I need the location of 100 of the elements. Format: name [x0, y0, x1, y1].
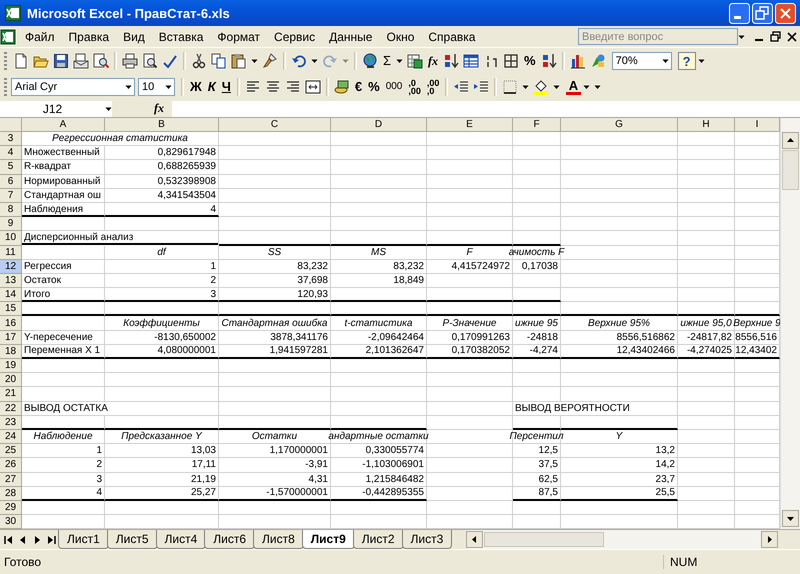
table-cell[interactable]	[678, 288, 735, 302]
table-cell[interactable]	[427, 132, 513, 146]
row-header[interactable]: 14	[0, 288, 22, 302]
table-cell[interactable]: 4	[105, 202, 219, 218]
table-cell[interactable]	[513, 373, 561, 388]
table-cell[interactable]	[678, 217, 735, 232]
table-cell[interactable]	[219, 302, 331, 316]
row-header[interactable]: 11	[0, 246, 22, 260]
menu-item[interactable]: Справка	[421, 28, 482, 46]
table-cell[interactable]	[22, 387, 105, 402]
brush-icon[interactable]	[262, 53, 278, 69]
table-cell[interactable]	[427, 146, 513, 160]
table-cell[interactable]: 13,03	[105, 444, 219, 458]
menu-item[interactable]: Правка	[62, 28, 116, 46]
table-cell[interactable]	[678, 146, 735, 160]
row-header[interactable]: 22	[0, 402, 22, 416]
increase-decimal-button[interactable]: ,0 ,00	[408, 79, 421, 95]
table-cell[interactable]	[427, 302, 513, 316]
table-cell[interactable]	[105, 387, 219, 402]
table-cell[interactable]	[561, 146, 678, 160]
table-cell[interactable]	[561, 260, 678, 274]
table-cell[interactable]	[331, 202, 427, 218]
table-cell[interactable]: ижние 95,0	[678, 316, 735, 331]
column-header[interactable]: C	[219, 118, 331, 132]
table-cell[interactable]	[219, 373, 331, 388]
table-cell[interactable]	[105, 500, 219, 516]
table-cell[interactable]	[561, 132, 678, 146]
row-header[interactable]: 29	[0, 500, 22, 516]
table-cell[interactable]	[219, 202, 331, 218]
table-cell[interactable]: 21,19	[105, 472, 219, 487]
table-cell[interactable]: ижние 95	[513, 316, 561, 331]
table-cell[interactable]	[561, 500, 678, 516]
table-cell[interactable]	[561, 188, 678, 203]
table-cell[interactable]: -8130,650002	[105, 330, 219, 345]
table-cell[interactable]: 3878,341176	[219, 330, 331, 345]
row-header[interactable]: 15	[0, 302, 22, 316]
menu-item[interactable]: Вставка	[152, 28, 210, 46]
row-header[interactable]: 18	[0, 344, 22, 359]
select-all-corner[interactable]	[0, 118, 22, 132]
table-cell[interactable]	[219, 188, 331, 203]
table-cell[interactable]	[427, 458, 513, 472]
table-cell[interactable]	[561, 231, 678, 246]
table-cell[interactable]	[561, 373, 678, 388]
table-cell[interactable]	[219, 500, 331, 516]
table-cell[interactable]: 0,532398908	[105, 174, 219, 189]
menu-item[interactable]: Вид	[116, 28, 152, 46]
zoom-dropdown[interactable]: 70%	[612, 52, 672, 70]
table-cell[interactable]	[561, 160, 678, 175]
table-cell[interactable]: 4	[22, 486, 105, 501]
table-cell[interactable]: 3	[105, 288, 219, 302]
table-cell[interactable]: 14,2	[561, 458, 678, 472]
table-cell[interactable]	[427, 486, 513, 501]
table-cell[interactable]	[105, 302, 219, 316]
table-cell[interactable]	[219, 402, 331, 416]
table-cell[interactable]: 0,170991263	[427, 330, 513, 345]
currency-icon[interactable]	[334, 79, 350, 95]
table-cell[interactable]: Множественный	[22, 146, 105, 160]
table-cell[interactable]	[678, 416, 735, 430]
percent-button[interactable]: %	[521, 53, 539, 69]
table-cell[interactable]	[561, 416, 678, 430]
table-cell[interactable]: 0,829617948	[105, 146, 219, 160]
table-cell[interactable]	[22, 416, 105, 430]
table-cell[interactable]: 1,170000001	[219, 444, 331, 458]
row-header[interactable]: 27	[0, 472, 22, 487]
table-cell[interactable]	[331, 231, 427, 246]
font-dropdown[interactable]: Arial Cyr	[11, 78, 135, 96]
table-cell[interactable]	[331, 302, 427, 316]
sheet-tab[interactable]: Лист8	[253, 530, 304, 549]
column-header[interactable]: H	[678, 118, 735, 132]
table-cell[interactable]: ВЫВОД ВЕРОЯТНОСТИ	[513, 402, 678, 416]
table-cell[interactable]	[561, 387, 678, 402]
autosum-button[interactable]: Σ	[380, 53, 394, 69]
menu-item[interactable]: Формат	[210, 28, 268, 46]
table-cell[interactable]	[561, 274, 678, 288]
table-cell[interactable]	[513, 146, 561, 160]
table-cell[interactable]	[678, 500, 735, 516]
table-cell[interactable]: -1,570000001	[219, 486, 331, 501]
table-cell[interactable]	[513, 500, 561, 516]
table-cell[interactable]: -4,274	[513, 344, 561, 359]
table-cell[interactable]: 17,11	[105, 458, 219, 472]
column-header[interactable]: I	[735, 118, 780, 132]
table-cell[interactable]	[561, 202, 678, 218]
row-header[interactable]: 10	[0, 231, 22, 246]
table-cell[interactable]: 13,2	[561, 444, 678, 458]
table-cell[interactable]: Коэффициенты	[105, 316, 219, 331]
table-cell[interactable]	[427, 472, 513, 487]
row-header[interactable]: 4	[0, 146, 22, 160]
table-cell[interactable]: Стандартная ошибка	[219, 316, 331, 331]
table-cell[interactable]	[219, 132, 331, 146]
thousands-button[interactable]: 000	[382, 79, 406, 95]
restore-icon[interactable]	[770, 28, 781, 44]
column-header[interactable]: D	[331, 118, 427, 132]
table-cell[interactable]: 2	[22, 458, 105, 472]
column-header[interactable]: F	[513, 118, 561, 132]
row-header[interactable]: 16	[0, 316, 22, 331]
bold-button[interactable]: Ж	[187, 79, 205, 95]
table-cell[interactable]	[513, 188, 561, 203]
table-cell[interactable]	[427, 444, 513, 458]
table-cell[interactable]	[678, 359, 735, 374]
table-cell[interactable]	[331, 132, 427, 146]
